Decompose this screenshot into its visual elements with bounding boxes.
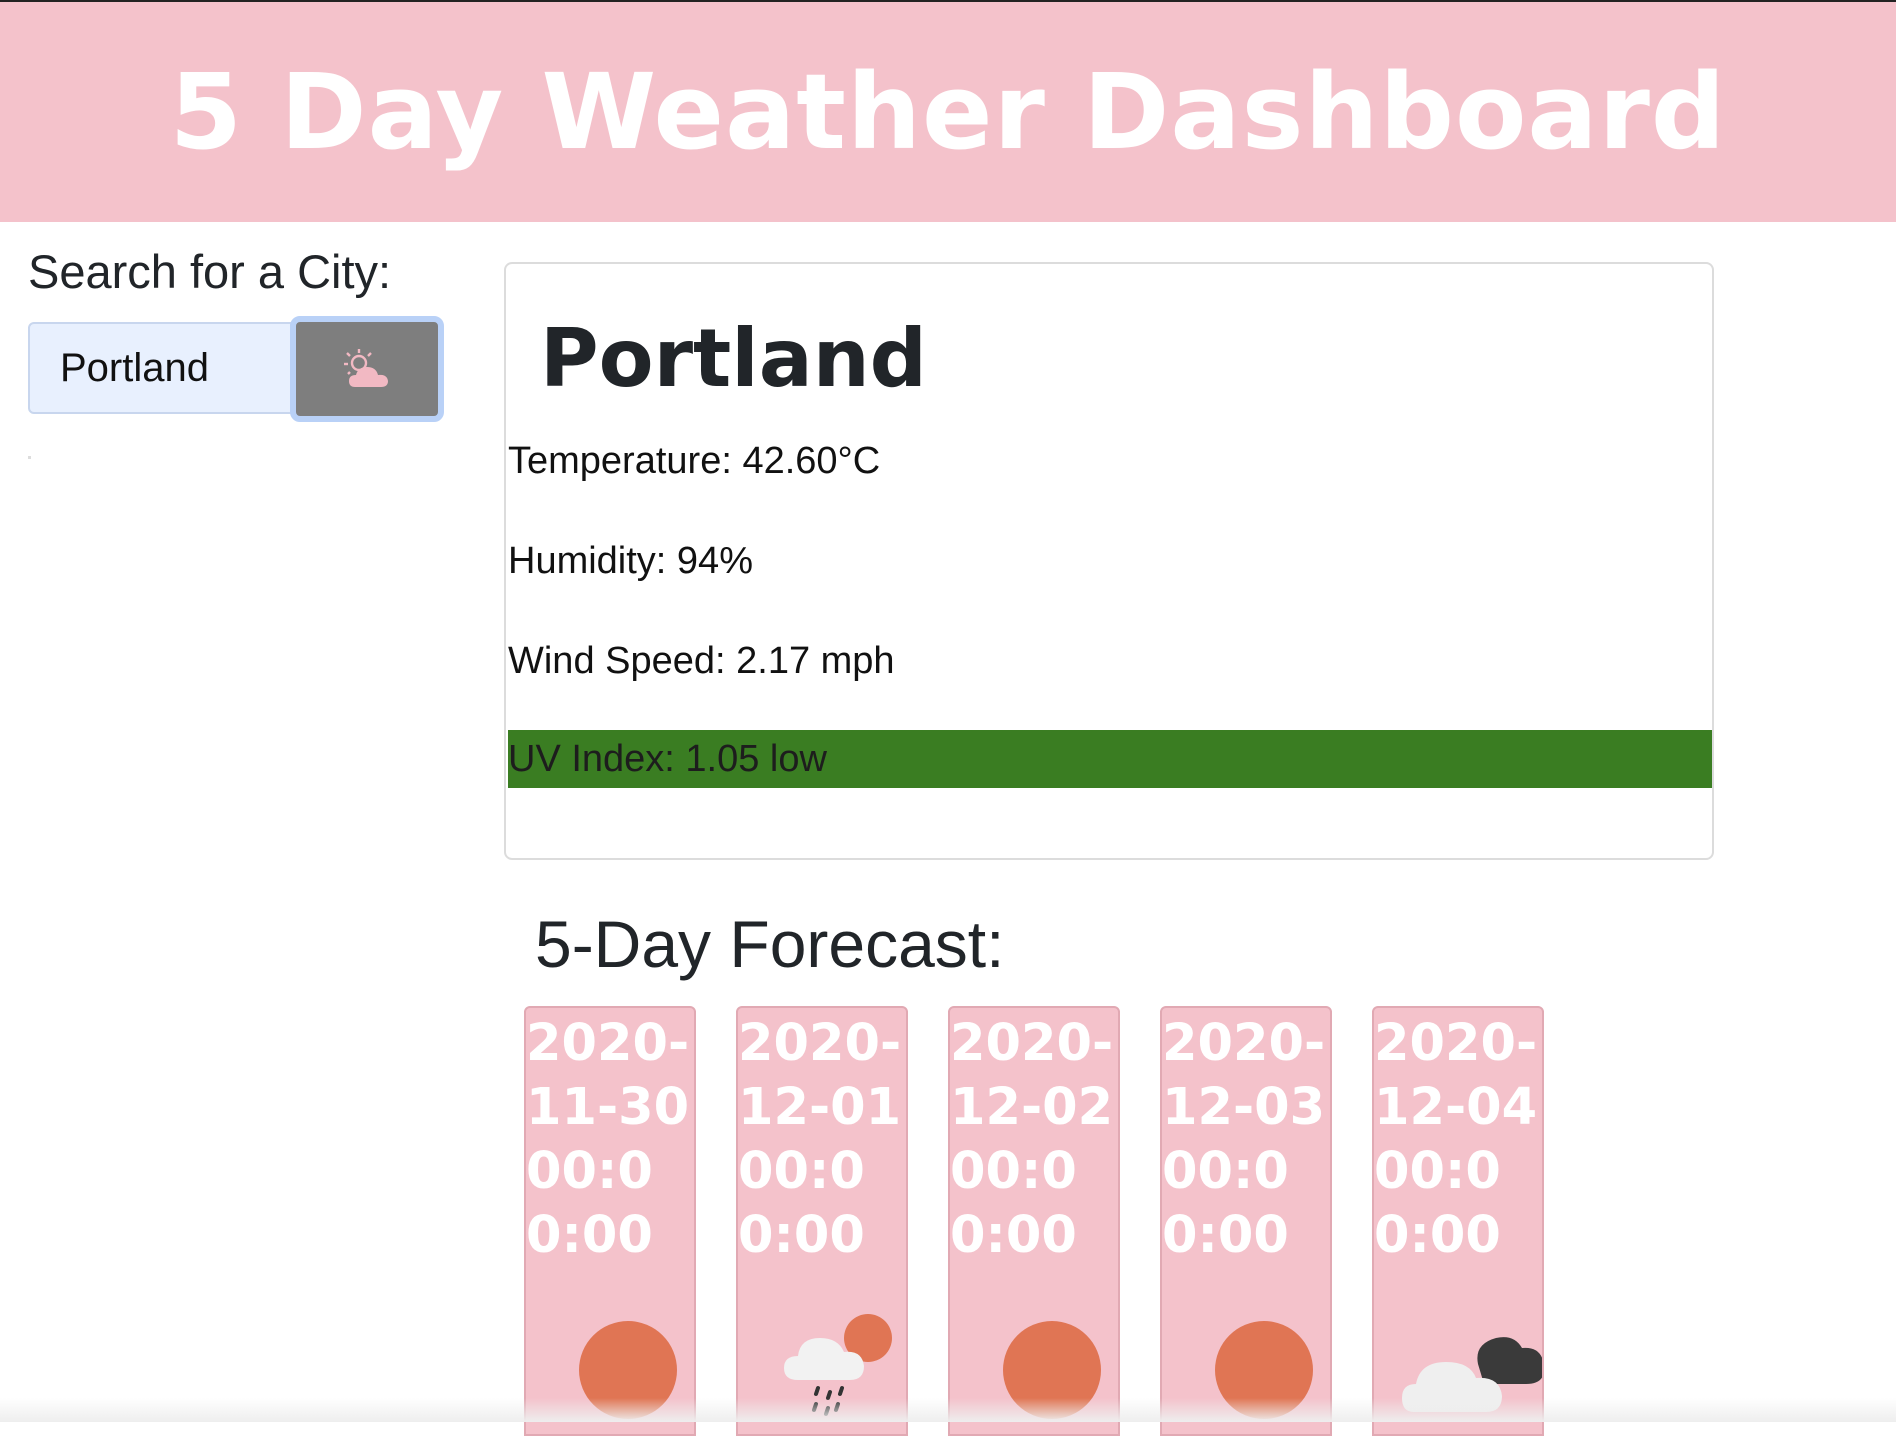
search-button[interactable] <box>290 316 444 422</box>
uv-index-text: UV Index: 1.05 low <box>508 737 827 780</box>
page-header: 5 Day Weather Dashboard <box>0 2 1896 222</box>
forecast-date: 2020-12-04 00:00:00 <box>1374 1014 1538 1265</box>
cloudy-icon <box>1402 1337 1542 1412</box>
city-search-input[interactable] <box>28 322 292 414</box>
sun-icon <box>1215 1321 1313 1419</box>
uv-index-bar: UV Index: 1.05 low <box>508 730 1712 788</box>
forecast-card: 2020-12-04 00:00:00 <box>1372 1006 1544 1436</box>
empty-history-list <box>28 456 31 459</box>
rain-cloud-sun-icon <box>784 1314 892 1416</box>
forecast-date: 2020-12-02 00:00:00 <box>950 1014 1114 1265</box>
temperature-text: Temperature: 42.60°C <box>508 440 881 482</box>
page-title: 5 Day Weather Dashboard <box>169 51 1727 173</box>
forecast-date: 2020-11-30 00:00:00 <box>526 1014 690 1265</box>
sun-icon <box>1003 1321 1101 1419</box>
forecast-card: 2020-11-30 00:00:00 <box>524 1006 696 1436</box>
forecast-card: 2020-12-01 00:00:00 <box>736 1006 908 1436</box>
partly-cloudy-icon <box>344 349 388 387</box>
city-name: Portland <box>540 312 927 405</box>
search-heading: Search for a City: <box>28 245 392 298</box>
wind-speed-text: Wind Speed: 2.17 mph <box>508 640 895 682</box>
current-weather-card: Portland Temperature: 42.60°C Humidity: … <box>504 262 1714 860</box>
forecast-heading: 5-Day Forecast: <box>535 907 1005 981</box>
humidity-text: Humidity: 94% <box>508 540 753 582</box>
forecast-card: 2020-12-02 00:00:00 <box>948 1006 1120 1436</box>
forecast-date: 2020-12-03 00:00:00 <box>1162 1014 1326 1265</box>
forecast-date: 2020-12-01 00:00:00 <box>738 1014 902 1265</box>
forecast-card: 2020-12-03 00:00:00 <box>1160 1006 1332 1436</box>
sun-icon <box>579 1321 677 1419</box>
